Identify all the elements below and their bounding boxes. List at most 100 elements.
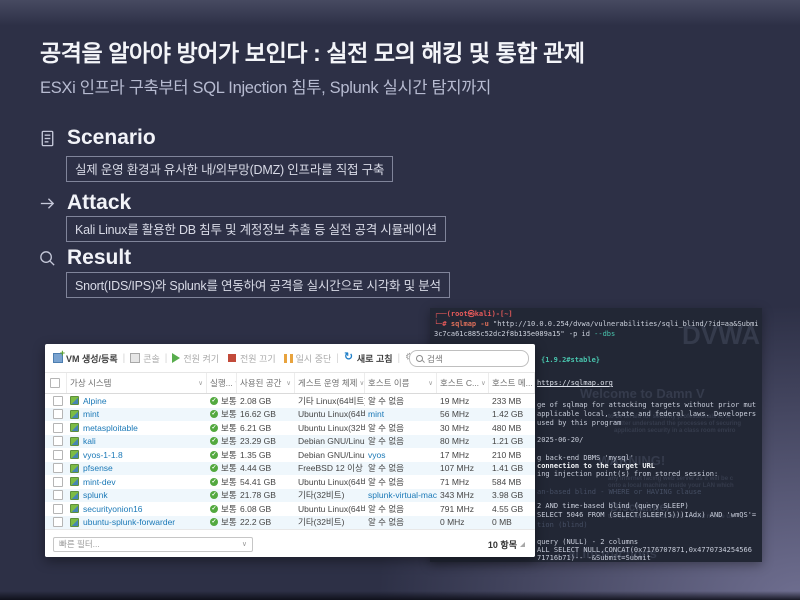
vm-name-link[interactable]: securityonion16	[83, 504, 143, 514]
column-header-4[interactable]: 호스트 이름∨	[365, 373, 437, 393]
search-icon	[38, 249, 57, 268]
toolbar-button-console[interactable]: 콘솔	[130, 352, 160, 365]
terminal-line: └─# sqlmap -u "http://10.0.0.254/dvwa/vu…	[434, 320, 759, 328]
resize-grip-icon[interactable]	[520, 542, 525, 547]
row-checkbox[interactable]	[53, 450, 63, 460]
host-cpu: 17 MHz	[440, 450, 469, 460]
chevron-down-icon: ∨	[481, 379, 486, 387]
table-row[interactable]: splunk✓보통21.78 GB기타(32비트)splunk-virtual-…	[45, 489, 535, 503]
quick-filter-dropdown[interactable]: 빠른 필터... ∨	[53, 537, 253, 552]
row-checkbox[interactable]	[53, 423, 63, 433]
toolbar-button-power-off[interactable]: 전원 끄기	[227, 352, 276, 365]
vm-name-link[interactable]: Alpine	[83, 396, 107, 406]
toolbar-button-label: 일시 중단	[296, 352, 332, 365]
toolbar-button-label: 전원 켜기	[183, 352, 219, 365]
host-name: 알 수 없음	[368, 462, 404, 474]
toolbar-button-refresh[interactable]: 새로 고침	[344, 352, 393, 365]
column-header-2[interactable]: 사용된 공간∨	[237, 373, 295, 393]
table-row[interactable]: mint✓보통16.62 GBUbuntu Linux(64비...mint56…	[45, 408, 535, 422]
row-checkbox[interactable]	[53, 504, 63, 514]
table-row[interactable]: kali✓보통23.29 GBDebian GNU/Linux...알 수 없음…	[45, 435, 535, 449]
terminal-line: used by this program	[537, 419, 621, 427]
table-row[interactable]: pfsense✓보통4.44 GBFreeBSD 12 이상 ...알 수 없음…	[45, 462, 535, 476]
vm-name-link[interactable]: metasploitable	[83, 423, 138, 433]
vm-name-link[interactable]: kali	[83, 436, 96, 446]
table-row[interactable]: mint-dev✓보통54.41 GBUbuntu Linux(64비...알 …	[45, 475, 535, 489]
power-off-icon	[228, 354, 236, 362]
host-name[interactable]: vyos	[368, 450, 385, 460]
status-text: 보통	[221, 395, 237, 407]
vm-name-link[interactable]: mint-dev	[83, 477, 116, 487]
column-header-3[interactable]: 게스트 운영 체제∨	[295, 373, 365, 393]
terminal-line: ing injection point(s) from stored sessi…	[537, 470, 718, 478]
host-name: 알 수 없음	[368, 422, 404, 434]
host-name: 알 수 없음	[368, 435, 404, 447]
used-space: 1.35 GB	[240, 450, 271, 460]
table-row[interactable]: vyos-1-1.8✓보통1.35 GBDebian GNU/Linux...v…	[45, 448, 535, 462]
slide-subtitle: ESXi 인프라 구축부터 SQL Injection 침투, Splunk 실…	[40, 74, 491, 98]
row-checkbox[interactable]	[53, 436, 63, 446]
item-count-text: 10 항목	[488, 538, 517, 551]
row-checkbox[interactable]	[53, 517, 63, 527]
column-header-1[interactable]: 실행...∨	[207, 373, 237, 393]
terminal-line: 71716b71)-- -&Submit=Submit	[537, 554, 651, 562]
guest-os: 기타 Linux(64비트)	[298, 395, 365, 407]
vm-toolbar: VM 생성/등록|콘솔|전원 켜기전원 끄기일시 중단|새로 고침|작업	[45, 344, 535, 372]
toolbar-button-suspend[interactable]: 일시 중단	[284, 352, 332, 365]
refresh-icon	[344, 353, 354, 363]
vm-icon	[70, 437, 79, 446]
section-attack-description: Kali Linux를 활용한 DB 침투 및 계정정보 추출 등 실전 공격 …	[66, 216, 446, 242]
chevron-down-icon: ∨	[286, 379, 291, 387]
terminal-line: ge of sqlmap for attacking targets witho…	[537, 401, 756, 409]
host-name[interactable]: mint	[368, 409, 384, 419]
vm-name-link[interactable]: splunk	[83, 490, 108, 500]
table-row[interactable]: securityonion16✓보통6.08 GBUbuntu Linux(64…	[45, 502, 535, 516]
status-ok-icon: ✓	[210, 451, 218, 459]
column-header-0[interactable]: 가상 시스템∨	[67, 373, 207, 393]
vm-icon	[70, 504, 79, 513]
toolbar-button-power-on[interactable]: 전원 켜기	[172, 352, 219, 365]
terminal-line: applicable local, state and federal laws…	[537, 410, 756, 418]
background-top-gradient	[0, 0, 800, 26]
row-checkbox[interactable]	[53, 409, 63, 419]
terminal-line: 2 AND time-based blind (query SLEEP)	[537, 502, 689, 510]
arrow-right-icon	[38, 194, 57, 213]
select-all-checkbox[interactable]	[50, 378, 60, 388]
vm-name-link[interactable]: ubuntu-splunk-forwarder	[83, 517, 175, 527]
table-row[interactable]: metasploitable✓보통6.21 GBUbuntu Linux(32비…	[45, 421, 535, 435]
toolbar-separator: |	[165, 353, 168, 364]
host-memory: 1.41 GB	[492, 463, 523, 473]
host-name[interactable]: splunk-virtual-mac...	[368, 490, 437, 500]
table-row[interactable]: ubuntu-splunk-forwarder✓보통22.2 GB기타(32비트…	[45, 516, 535, 530]
terminal-line: {1.9.2#stable}	[541, 356, 600, 364]
vm-name-link[interactable]: mint	[83, 409, 99, 419]
status-ok-icon: ✓	[210, 464, 218, 472]
esxi-vm-list-screenshot: VM 생성/등록|콘솔|전원 켜기전원 끄기일시 중단|새로 고침|작업 가상 …	[45, 344, 535, 557]
vm-name-link[interactable]: pfsense	[83, 463, 113, 473]
toolbar-button-label: 전원 끄기	[240, 352, 276, 365]
search-input[interactable]	[427, 354, 522, 364]
status-ok-icon: ✓	[210, 478, 218, 486]
vm-search-box[interactable]	[409, 350, 529, 367]
status-text: 보통	[221, 476, 237, 488]
column-header-5[interactable]: 호스트 C...∨	[437, 373, 489, 393]
toolbar-button-vm-create[interactable]: VM 생성/등록	[53, 352, 118, 365]
host-memory: 584 MB	[492, 477, 521, 487]
toolbar-button-label: 콘솔	[143, 352, 160, 365]
row-checkbox[interactable]	[53, 477, 63, 487]
vm-name-link[interactable]: vyos-1-1.8	[83, 450, 123, 460]
table-row[interactable]: Alpine✓보통2.08 GB기타 Linux(64비트)알 수 없음19 M…	[45, 394, 535, 408]
row-checkbox[interactable]	[53, 463, 63, 473]
used-space: 16.62 GB	[240, 409, 276, 419]
dvwa-watermark-text: Welcome to Damn V	[580, 386, 705, 401]
row-checkbox[interactable]	[53, 490, 63, 500]
guest-os: FreeBSD 12 이상 ...	[298, 462, 365, 474]
row-checkbox[interactable]	[53, 396, 63, 406]
console-icon	[130, 353, 140, 363]
section-scenario-heading: Scenario	[38, 126, 156, 150]
quick-filter-label: 빠른 필터...	[59, 538, 100, 550]
guest-os: Ubuntu Linux(32비...	[298, 422, 365, 434]
column-header-6[interactable]: 호스트 메...∨	[489, 373, 535, 393]
host-memory: 210 MB	[492, 450, 521, 460]
host-name: 알 수 없음	[368, 503, 404, 515]
